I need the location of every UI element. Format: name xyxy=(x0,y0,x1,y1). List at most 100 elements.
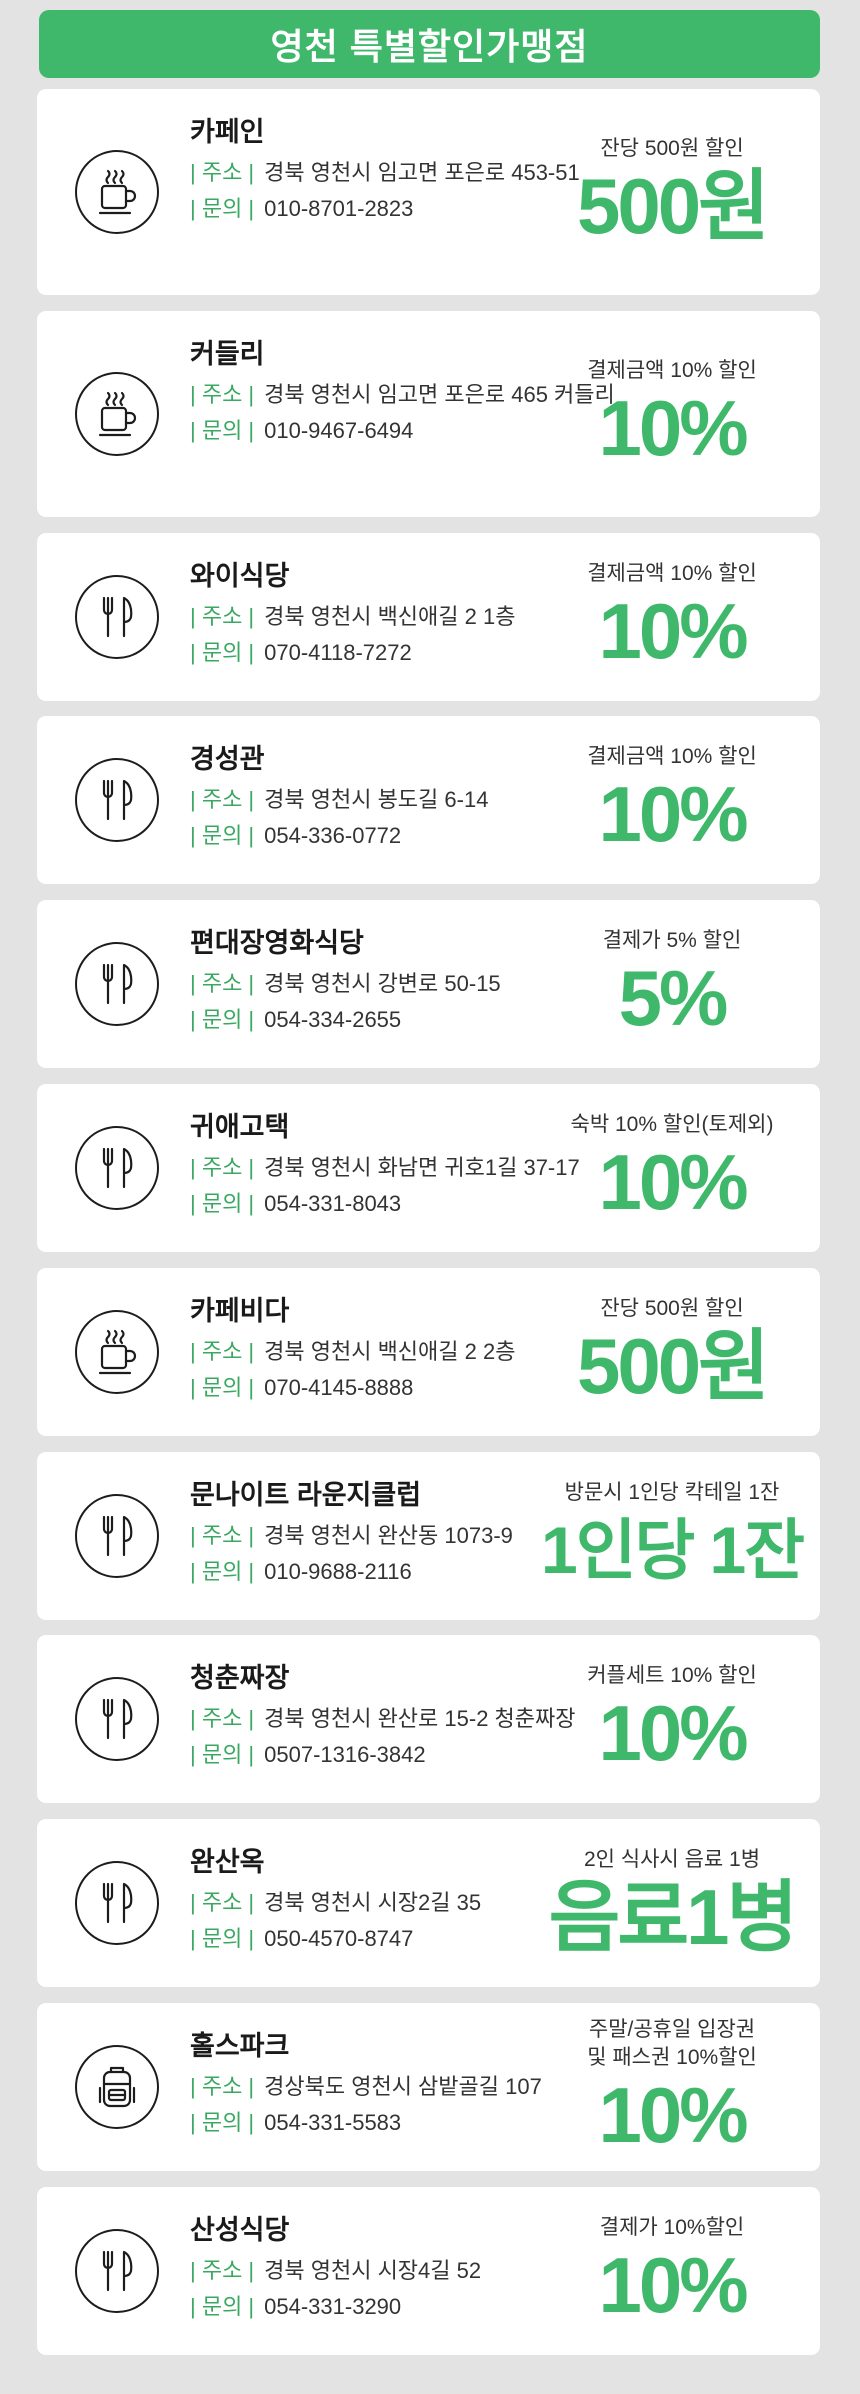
phone-label: | 문의 | xyxy=(190,1191,255,1216)
store-address: 경북 영천시 시장4길 52 xyxy=(264,2258,482,2283)
address-label: | 주소 | xyxy=(190,160,255,185)
discount-block: 커플세트 10% 할인 10% xyxy=(542,1635,802,1803)
fork-knife-icon xyxy=(75,1861,159,1945)
store-address: 경북 영천시 시장2길 35 xyxy=(264,1890,482,1915)
discount-desc: 결제가 10%할인 xyxy=(599,2216,745,2239)
store-address: 경북 영천시 임고면 포은로 453-51 xyxy=(264,160,580,185)
store-card: 완산옥 | 주소 | 경북 영천시 시장2길 35 | 문의 | 050-4570-87… xyxy=(37,1819,820,1987)
address-label: | 주소 | xyxy=(190,382,255,407)
discount-value: 10% xyxy=(598,2071,748,2159)
store-card: 경성관 | 주소 | 경북 영천시 봉도길 6-14 | 문의 | 054-336-07… xyxy=(37,716,820,884)
phone-label: | 문의 | xyxy=(190,1742,255,1767)
store-card: 귀애고택 | 주소 | 경북 영천시 화남면 귀호1길 37-17 | 문의 | 054… xyxy=(37,1084,820,1252)
coffee-cup-icon xyxy=(75,1310,159,1394)
discount-block: 잔당 500원 할인 500원 xyxy=(542,89,802,295)
store-card: 와이식당 | 주소 | 경북 영천시 백신애길 2 1층 | 문의 | 070-4118… xyxy=(37,533,820,701)
store-card: 편대장영화식당 | 주소 | 경북 영천시 강변로 50-15 | 문의 | 054-3… xyxy=(37,900,820,1068)
address-label: | 주소 | xyxy=(190,1890,255,1915)
discount-block: 결제가 10%할인 10% xyxy=(542,2187,802,2355)
address-label: | 주소 | xyxy=(190,2074,255,2099)
discount-desc: 주말/공휴일 입장권 및 패스권 10%할인 xyxy=(587,2018,757,2069)
fork-knife-icon xyxy=(75,2229,159,2313)
store-phone[interactable]: 0507-1316-3842 xyxy=(264,1737,425,1773)
store-card: 카페인 | 주소 | 경북 영천시 임고면 포은로 453-51 | 문의 | 010-… xyxy=(37,89,820,295)
phone-label: | 문의 | xyxy=(190,823,255,848)
discount-desc: 잔당 500원 할인 xyxy=(600,137,744,160)
discount-desc: 방문시 1인당 칵테일 1잔 xyxy=(564,1481,780,1504)
address-label: | 주소 | xyxy=(190,1339,255,1364)
address-label: | 주소 | xyxy=(190,2258,255,2283)
store-address: 경북 영천시 봉도길 6-14 xyxy=(264,787,489,812)
discount-value: 10% xyxy=(598,770,748,858)
fork-knife-icon xyxy=(75,575,159,659)
discount-block: 주말/공휴일 입장권 및 패스권 10%할인 10% xyxy=(542,2003,802,2171)
phone-label: | 문의 | xyxy=(190,1559,255,1584)
discount-value: 음료1병 xyxy=(548,1873,799,1961)
discount-value: 500원 xyxy=(577,1322,770,1410)
store-address: 경북 영천시 화남면 귀호1길 37-17 xyxy=(264,1155,580,1180)
discount-block: 방문시 1인당 칵테일 1잔 1인당 1잔 xyxy=(541,1452,805,1620)
discount-block: 결제금액 10% 할인 10% xyxy=(542,311,802,517)
fork-knife-icon xyxy=(75,758,159,842)
discount-block: 결제금액 10% 할인 10% xyxy=(542,716,802,884)
discount-value: 10% xyxy=(598,2241,748,2329)
discount-value: 1인당 1잔 xyxy=(541,1513,805,1587)
page-title: 영천 특별할인가맹점 xyxy=(270,26,589,67)
store-card: 산성식당 | 주소 | 경북 영천시 시장4길 52 | 문의 | 054-331-32… xyxy=(37,2187,820,2355)
store-phone[interactable]: 054-336-0772 xyxy=(264,818,401,854)
discount-block: 결제금액 10% 할인 10% xyxy=(542,533,802,701)
store-card: 홀스파크 | 주소 | 경상북도 영천시 삼밭골길 107 | 문의 | 054-331… xyxy=(37,2003,820,2171)
phone-label: | 문의 | xyxy=(190,640,255,665)
store-address: 경북 영천시 완산동 1073-9 xyxy=(264,1523,513,1548)
backpack-icon xyxy=(75,2045,159,2129)
address-label: | 주소 | xyxy=(190,1155,255,1180)
store-card: 카페비다 | 주소 | 경북 영천시 백신애길 2 2층 | 문의 | 070-4145… xyxy=(37,1268,820,1436)
store-address: 경상북도 영천시 삼밭골길 107 xyxy=(264,2074,542,2099)
coffee-cup-icon xyxy=(75,150,159,234)
phone-label: | 문의 | xyxy=(190,1375,255,1400)
store-phone[interactable]: 070-4118-7272 xyxy=(264,635,412,671)
store-address: 경북 영천시 완산로 15-2 청춘짜장 xyxy=(264,1706,576,1731)
discount-block: 숙박 10% 할인(토제외) 10% xyxy=(542,1084,802,1252)
discount-desc: 결제금액 10% 할인 xyxy=(587,745,757,768)
phone-label: | 문의 | xyxy=(190,1926,255,1951)
store-phone[interactable]: 054-331-3290 xyxy=(264,2289,401,2325)
discount-desc: 2인 식사시 음료 1병 xyxy=(583,1848,761,1871)
store-phone[interactable]: 054-331-5583 xyxy=(264,2105,401,2141)
store-card: 청춘짜장 | 주소 | 경북 영천시 완산로 15-2 청춘짜장 | 문의 | 0507… xyxy=(37,1635,820,1803)
store-card: 커들리 | 주소 | 경북 영천시 임고면 포은로 465 커들리 | 문의 | 010… xyxy=(37,311,820,517)
discount-value: 10% xyxy=(598,384,748,472)
store-phone[interactable]: 010-9467-6494 xyxy=(264,413,413,449)
discount-value: 500원 xyxy=(577,162,770,250)
discount-value: 10% xyxy=(598,587,748,675)
store-address: 경북 영천시 백신애길 2 1층 xyxy=(264,604,516,629)
page: 영천 특별할인가맹점 카페인 | 주소 | 경북 영천시 임고면 포은로 453-5… xyxy=(0,0,860,2394)
fork-knife-icon xyxy=(75,1126,159,1210)
store-address: 경북 영천시 강변로 50-15 xyxy=(264,971,501,996)
discount-value: 10% xyxy=(598,1138,748,1226)
address-label: | 주소 | xyxy=(190,971,255,996)
store-phone[interactable]: 050-4570-8747 xyxy=(264,1921,413,1957)
store-phone[interactable]: 070-4145-8888 xyxy=(264,1370,413,1406)
phone-label: | 문의 | xyxy=(190,2110,255,2135)
store-phone[interactable]: 010-9688-2116 xyxy=(264,1554,412,1590)
discount-desc: 커플세트 10% 할인 xyxy=(587,1664,757,1687)
discount-value: 10% xyxy=(598,1689,748,1777)
store-phone[interactable]: 010-8701-2823 xyxy=(264,191,413,227)
store-card: 문나이트 라운지클럽 | 주소 | 경북 영천시 완산동 1073-9 | 문의 | 0… xyxy=(37,1452,820,1620)
phone-label: | 문의 | xyxy=(190,1007,255,1032)
discount-desc: 숙박 10% 할인(토제외) xyxy=(570,1113,774,1136)
discount-desc: 결제금액 10% 할인 xyxy=(587,562,757,585)
store-phone[interactable]: 054-331-8043 xyxy=(264,1186,401,1222)
discount-desc: 결제금액 10% 할인 xyxy=(587,359,757,382)
discount-desc: 잔당 500원 할인 xyxy=(600,1297,744,1320)
store-phone[interactable]: 054-334-2655 xyxy=(264,1002,401,1038)
fork-knife-icon xyxy=(75,1494,159,1578)
discount-desc: 결제가 5% 할인 xyxy=(602,929,742,952)
fork-knife-icon xyxy=(75,942,159,1026)
address-label: | 주소 | xyxy=(190,1706,255,1731)
phone-label: | 문의 | xyxy=(190,418,255,443)
address-label: | 주소 | xyxy=(190,604,255,629)
address-label: | 주소 | xyxy=(190,787,255,812)
discount-value: 5% xyxy=(618,954,729,1042)
